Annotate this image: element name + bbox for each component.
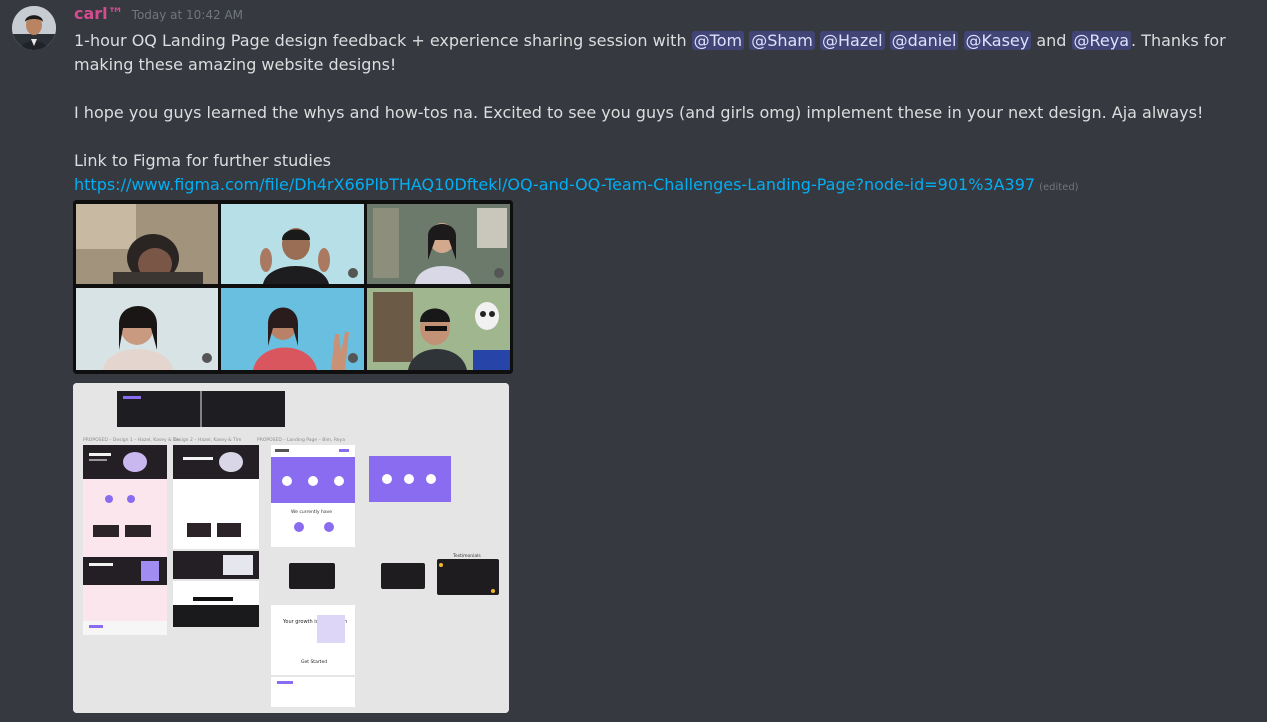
video-tile [76,204,218,284]
figma-board-image[interactable]: PROPOSED – Design 1 – Hazel, Kasey & Tin… [73,383,509,713]
board-we-have: We currently have [291,509,332,515]
username[interactable]: carl™ [74,4,124,23]
mention-daniel[interactable]: @daniel [889,31,959,50]
figma-link[interactable]: https://www.figma.com/file/Dh4rX66PlbTHA… [74,175,1035,194]
video-tile [367,204,510,284]
video-call-image[interactable] [73,200,513,374]
board-get-started: Get Started [301,659,327,665]
message-text: Link to Figma for further studies [74,151,332,170]
board-title-left: PROPOSED – Design 1 – Hazel, Kasey & Tin [83,437,180,443]
mention-kasey[interactable]: @Kasey [963,31,1032,50]
message-text: and [1036,31,1067,50]
mention-sham[interactable]: @Sham [749,31,815,50]
design-column-left [83,445,167,635]
board-title-middle: Design 2 – Hazel, Kasey & Tim [173,437,241,443]
mention-reya[interactable]: @Reya [1071,31,1132,50]
edited-label: (edited) [1039,182,1079,193]
mention-hazel[interactable]: @Hazel [819,31,885,50]
video-tile [221,288,364,370]
message-content: 1-hour OQ Landing Page design feedback +… [74,29,1254,200]
message-paragraph-1: 1-hour OQ Landing Page design feedback +… [74,29,1254,77]
mention-tom[interactable]: @Tom [691,31,745,50]
design-frame-testimonial [437,559,499,595]
message-text: 1-hour OQ Landing Page design feedback +… [74,31,692,50]
avatar[interactable] [12,6,56,50]
chat-message: carl™ Today at 10:42 AM 1-hour OQ Landin… [0,0,1267,722]
message-paragraph-3: Link to Figma for further studies https:/… [74,149,1254,200]
video-tile [221,204,364,284]
design-column-right: We currently have Your growth is our gro… [271,445,355,707]
design-frame-testimonial [381,563,425,589]
board-testimonials: Testimonials [452,553,481,559]
avatar-image [12,6,56,50]
timestamp[interactable]: Today at 10:42 AM [132,8,243,22]
board-title-right: PROPOSED – Landing Page – Bim, Reya [257,437,345,443]
video-call-grid [73,200,513,374]
message-paragraph-2: I hope you guys learned the whys and how… [74,103,1204,122]
message-header: carl™ Today at 10:42 AM [74,4,243,28]
figma-board: PROPOSED – Design 1 – Hazel, Kasey & Tin… [73,383,509,713]
video-tile [76,288,218,370]
design-column-middle [173,445,259,627]
video-tile [367,288,510,370]
